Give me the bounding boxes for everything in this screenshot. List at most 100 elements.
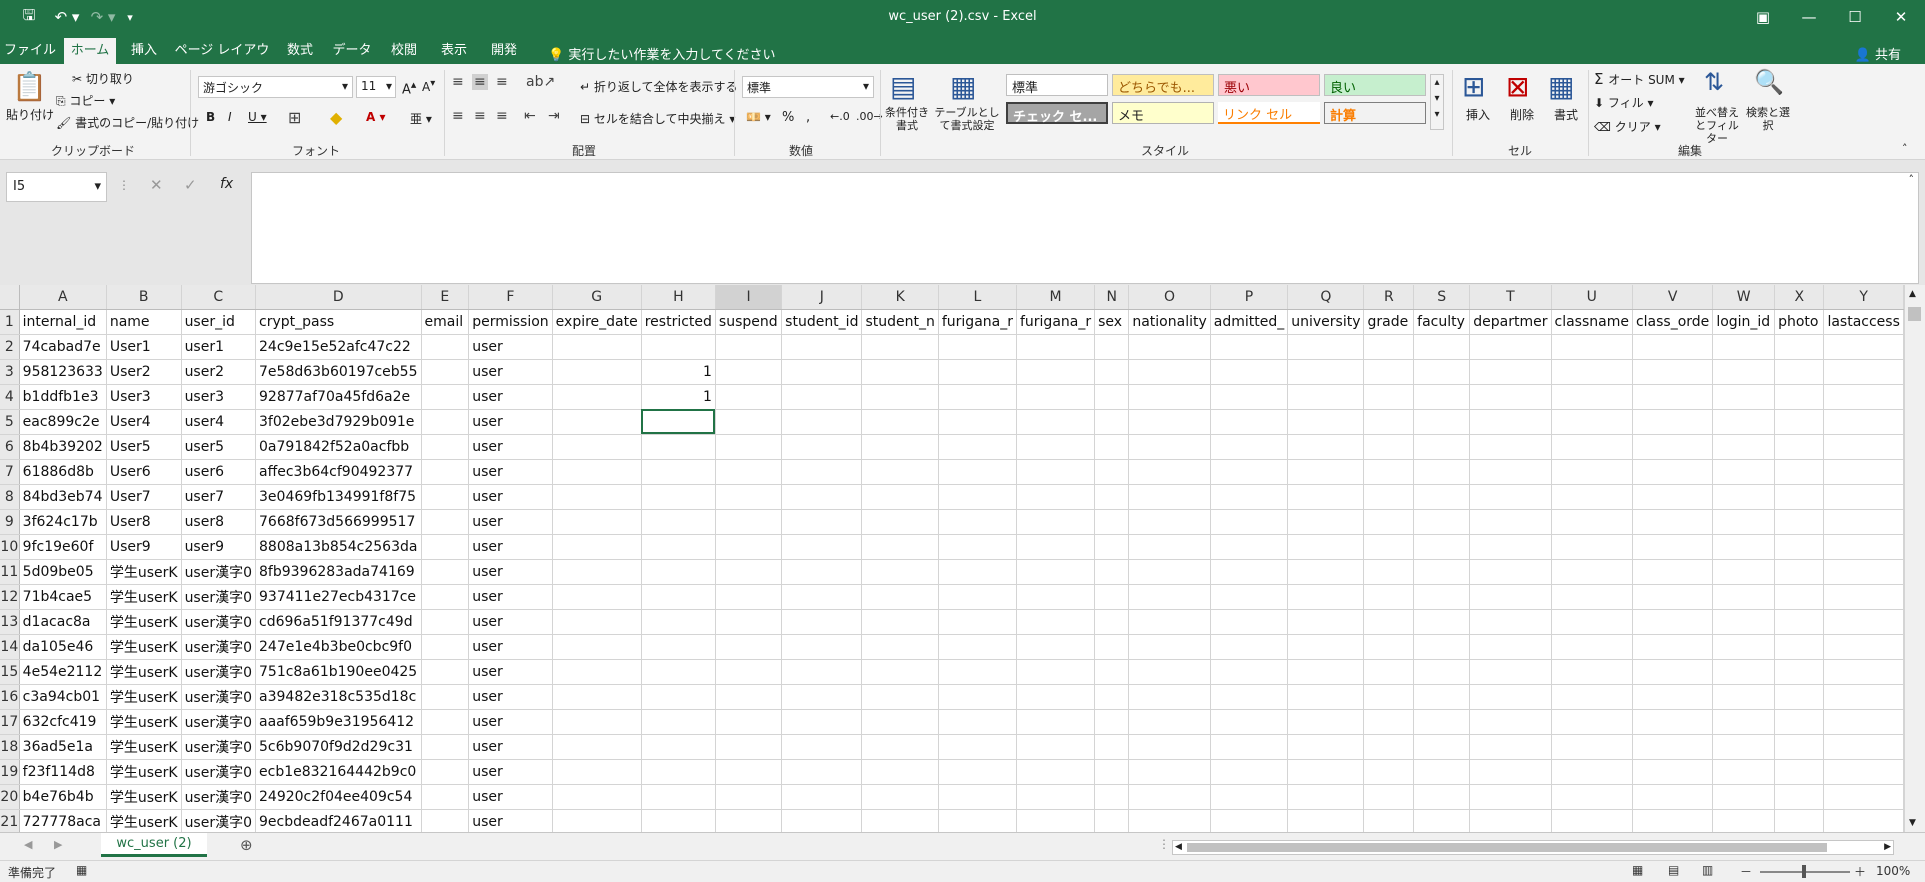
align-left-icon[interactable]: ≡ [452, 108, 464, 124]
cell[interactable] [861, 584, 939, 610]
cell[interactable] [1210, 709, 1289, 735]
cell[interactable] [552, 559, 642, 585]
cell[interactable] [1774, 634, 1825, 660]
cell[interactable] [1128, 809, 1211, 832]
cell[interactable] [781, 409, 863, 435]
cell[interactable] [1016, 584, 1096, 610]
cell[interactable] [938, 484, 1017, 510]
cell[interactable] [938, 809, 1017, 832]
cell[interactable] [861, 559, 939, 585]
cell[interactable] [421, 784, 470, 810]
cell[interactable] [641, 784, 716, 810]
cell[interactable] [552, 684, 642, 710]
cell[interactable]: user [468, 559, 553, 585]
cell[interactable] [1128, 434, 1211, 460]
cell[interactable] [1823, 509, 1904, 535]
cell[interactable]: 3f02ebe3d7929b091e [255, 409, 422, 435]
cell[interactable] [1287, 734, 1365, 760]
cell[interactable] [1712, 659, 1776, 685]
cell[interactable] [1094, 734, 1130, 760]
cell[interactable] [1128, 709, 1211, 735]
increase-indent-icon[interactable]: ⇥ [548, 108, 560, 124]
column-header[interactable]: W [1712, 285, 1776, 310]
row-header[interactable]: 8 [0, 484, 20, 510]
collapse-ribbon-icon[interactable]: ˄ [1902, 142, 1908, 155]
cell[interactable] [552, 409, 642, 435]
cell[interactable]: User7 [106, 484, 182, 510]
cell[interactable] [1413, 484, 1471, 510]
cell[interactable] [1016, 334, 1096, 360]
cell[interactable] [781, 734, 863, 760]
cell[interactable]: grade [1363, 309, 1415, 335]
cell[interactable] [1774, 409, 1825, 435]
cell[interactable] [781, 584, 863, 610]
cell[interactable]: 4e54e2112 [19, 659, 107, 685]
cell[interactable] [421, 509, 470, 535]
cell[interactable]: 学生userK [106, 759, 182, 785]
wrap-text-button[interactable]: ↵ 折り返して全体を表示する [580, 78, 738, 95]
cell[interactable] [861, 534, 939, 560]
cell[interactable] [641, 459, 716, 485]
cell[interactable]: user [468, 409, 553, 435]
font-size-select[interactable]: 11 ▾ [356, 76, 396, 98]
tab-split-grip-icon[interactable]: ⋮ [1158, 837, 1170, 851]
cell[interactable]: user漢字0 [181, 634, 257, 660]
cell[interactable] [1287, 534, 1365, 560]
cell[interactable] [1363, 759, 1415, 785]
cell[interactable] [1823, 359, 1904, 385]
column-header[interactable]: K [861, 285, 939, 310]
cell[interactable] [1413, 434, 1471, 460]
conditional-format-icon[interactable]: ▤ [890, 70, 916, 103]
cell[interactable] [1016, 559, 1096, 585]
cell[interactable] [1016, 759, 1096, 785]
cell[interactable]: User2 [106, 359, 182, 385]
cell[interactable] [1774, 784, 1825, 810]
row-header[interactable]: 9 [0, 509, 20, 535]
cell[interactable] [1469, 634, 1552, 660]
cell[interactable] [1413, 359, 1471, 385]
cell[interactable] [1469, 559, 1552, 585]
cell[interactable] [715, 659, 783, 685]
cell[interactable]: user [468, 759, 553, 785]
cell[interactable]: 61886d8b [19, 459, 107, 485]
cell[interactable] [1128, 784, 1211, 810]
cell[interactable] [1551, 659, 1633, 685]
percent-icon[interactable]: % [782, 110, 794, 125]
cell[interactable]: user [468, 684, 553, 710]
cell[interactable]: user [468, 634, 553, 660]
cell[interactable]: 3f624c17b [19, 509, 107, 535]
cell[interactable]: 8fb9396283ada74169 [255, 559, 422, 585]
cell[interactable]: 751c8a61b190ee0425 [255, 659, 422, 685]
cell[interactable]: 学生userK [106, 609, 182, 635]
accounting-format-icon[interactable]: 💴 ▾ [746, 110, 771, 124]
cell[interactable] [1632, 584, 1714, 610]
cell[interactable]: user漢字0 [181, 559, 257, 585]
cell[interactable] [1712, 809, 1776, 832]
cell[interactable] [938, 359, 1017, 385]
cell[interactable] [1774, 559, 1825, 585]
cell[interactable] [421, 809, 470, 832]
cell[interactable] [1128, 359, 1211, 385]
cell[interactable] [1469, 784, 1552, 810]
cell[interactable]: user漢字0 [181, 584, 257, 610]
italic-button[interactable]: I [228, 110, 232, 124]
cell[interactable]: 学生userK [106, 684, 182, 710]
cell[interactable] [861, 484, 939, 510]
cell[interactable]: email [421, 309, 470, 335]
cell[interactable] [861, 784, 939, 810]
cell[interactable] [1287, 559, 1365, 585]
cell[interactable] [1469, 759, 1552, 785]
cell[interactable] [1774, 509, 1825, 535]
cell[interactable] [1774, 534, 1825, 560]
cell[interactable] [781, 609, 863, 635]
cell[interactable]: 3e0469fb134991f8f75 [255, 484, 422, 510]
format-as-table-icon[interactable]: ▦ [950, 70, 976, 103]
cell[interactable]: user [468, 334, 553, 360]
column-header[interactable]: L [938, 285, 1017, 310]
cell[interactable]: 学生userK [106, 659, 182, 685]
cell[interactable] [1712, 334, 1776, 360]
cell[interactable]: user漢字0 [181, 809, 257, 832]
cell[interactable] [1016, 434, 1096, 460]
cell[interactable] [938, 534, 1017, 560]
scroll-right-icon[interactable]: ▶ [1884, 842, 1891, 852]
